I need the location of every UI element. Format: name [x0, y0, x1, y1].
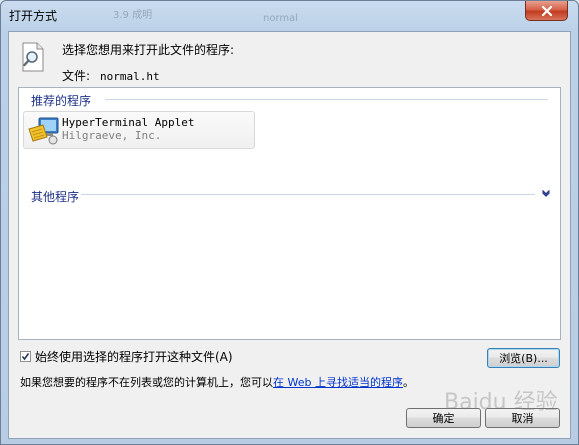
file-label: 文件:	[62, 69, 91, 83]
hint-text: 如果您想要的程序不在列表或您的计算机上，您可以	[20, 376, 273, 389]
program-list[interactable]: 推荐的程序 HyperTerminal Applet Hilgraeve, In…	[18, 87, 561, 340]
recommended-programs-header[interactable]: 推荐的程序	[31, 92, 91, 109]
browse-button[interactable]: 浏览(B)...	[487, 348, 560, 368]
always-use-checkbox[interactable]	[20, 351, 31, 362]
other-programs-header[interactable]: 其他程序	[31, 188, 79, 205]
file-info: 文件: normal.ht	[62, 67, 160, 84]
web-search-link[interactable]: 在 Web 上寻找适当的程序	[273, 376, 403, 389]
cancel-button[interactable]: 取消	[485, 408, 560, 428]
group-divider	[81, 194, 535, 195]
title-bar[interactable]: 3.9 成明 normal 打开方式	[1, 1, 578, 31]
open-with-dialog: 3.9 成明 normal 打开方式 选择您想用来打开此文件的程序: 文件: no…	[0, 0, 579, 445]
web-search-hint: 如果您想要的程序不在列表或您的计算机上，您可以在 Web 上寻找适当的程序。	[20, 374, 414, 390]
program-name: HyperTerminal Applet	[62, 116, 195, 129]
window-title: 打开方式	[9, 9, 58, 23]
always-use-option[interactable]: 始终使用选择的程序打开这种文件(A)	[20, 348, 233, 365]
always-use-label[interactable]: 始终使用选择的程序打开这种文件(A)	[35, 348, 233, 365]
ok-button[interactable]: 确定	[406, 408, 481, 428]
background-ghost-text: 3.9 成明	[113, 10, 153, 21]
dialog-prompt: 选择您想用来打开此文件的程序:	[62, 43, 235, 57]
hyperterminal-icon	[28, 117, 59, 145]
group-divider	[105, 99, 548, 100]
program-item-hyperterminal[interactable]: HyperTerminal Applet Hilgraeve, Inc.	[23, 111, 255, 149]
program-vendor: Hilgraeve, Inc.	[62, 129, 162, 142]
background-ghost-text: normal	[263, 13, 299, 24]
dialog-body: 选择您想用来打开此文件的程序: 文件: normal.ht 推荐的程序 Hyper…	[8, 31, 571, 439]
file-name: normal.ht	[100, 70, 160, 83]
file-search-icon	[22, 42, 44, 72]
close-button[interactable]	[525, 1, 568, 21]
close-icon	[541, 5, 552, 16]
hint-suffix: 。	[402, 376, 414, 389]
checkmark-icon	[21, 353, 30, 361]
chevron-down-icon[interactable]	[541, 189, 551, 197]
